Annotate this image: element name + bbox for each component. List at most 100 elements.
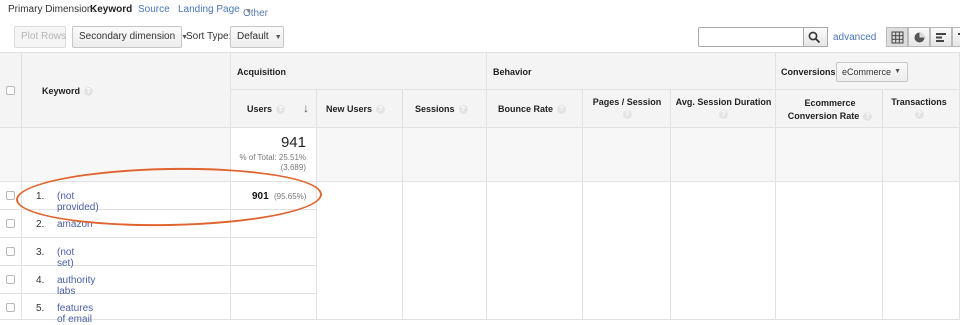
dimension-source-link[interactable]: Source (138, 4, 170, 15)
help-icon[interactable]: ? (458, 105, 468, 115)
empty-column (671, 182, 776, 320)
conversions-goal-dropdown[interactable]: eCommerce ▼ (836, 62, 908, 82)
col-sessions-label: Sessions (415, 104, 455, 114)
empty-column (776, 182, 883, 320)
table-view-icon (891, 31, 904, 44)
row-check-cell (0, 210, 22, 238)
conversions-group-header: Conversions eCommerce ▼ (776, 52, 960, 90)
keyword-cell (22, 294, 231, 320)
col-new-users-label: New Users (326, 104, 373, 114)
col-avg-session-duration-label: Avg. Session Duration (675, 97, 772, 107)
select-all-cell (0, 52, 22, 128)
col-sessions-header[interactable]: Sessions? (403, 90, 487, 128)
secondary-dimension-label: Secondary dimension (79, 31, 176, 42)
col-new-users-header[interactable]: New Users? (317, 90, 403, 128)
totals-cell (403, 128, 487, 182)
empty-column (583, 182, 671, 320)
keyword-header-cell[interactable]: Keyword? (22, 52, 231, 128)
total-users-value: 941 (280, 134, 306, 151)
totals-cell (487, 128, 583, 182)
behavior-label: Behavior (493, 67, 532, 77)
row-number: 5. (36, 303, 45, 314)
help-icon[interactable]: ? (719, 110, 728, 119)
col-users-label: Users (247, 104, 273, 114)
select-all-checkbox[interactable] (6, 86, 15, 95)
pie-view-icon (914, 32, 925, 43)
secondary-dimension-dropdown[interactable]: Secondary dimension ▼ (72, 26, 188, 48)
table-search-input[interactable] (698, 27, 804, 47)
total-users-percent: % of Total: 25.51% (239, 153, 306, 162)
col-pages-session-label: Pages / Session (592, 97, 662, 107)
keyword-cell (22, 266, 231, 294)
help-icon[interactable]: ? (84, 87, 94, 97)
totals-check-cell (0, 128, 22, 182)
empty-column (487, 182, 583, 320)
totals-cell (883, 128, 960, 182)
row-check-cell (0, 266, 22, 294)
primary-dimension-label: Primary Dimension: (8, 4, 96, 15)
totals-cell (583, 128, 671, 182)
row-checkbox[interactable] (6, 275, 15, 284)
conversions-goal-value: eCommerce (842, 67, 892, 77)
col-ecommerce-conversion-rate-label: Ecommerce Conversion Rate (787, 98, 860, 121)
col-bounce-rate-label: Bounce Rate (498, 104, 554, 114)
users-cell (231, 266, 317, 294)
help-icon[interactable]: ? (914, 110, 924, 119)
row-number: 4. (36, 275, 45, 286)
totals-cell (317, 128, 403, 182)
help-icon[interactable]: ? (557, 105, 567, 115)
chevron-down-icon: ▼ (274, 34, 282, 41)
row-check-cell (0, 238, 22, 266)
dimension-keyword-active: Keyword (90, 4, 133, 15)
col-transactions-header[interactable]: Transactions? (883, 90, 960, 128)
row-checkbox[interactable] (6, 247, 15, 256)
behavior-group-header: Behavior (487, 52, 776, 90)
empty-column (403, 182, 487, 320)
sort-type-value: Default (237, 31, 269, 42)
plot-rows-button[interactable]: Plot Rows (14, 26, 66, 48)
conversions-label: Conversions (781, 67, 836, 77)
sort-type-label: Sort Type: (186, 31, 232, 42)
primary-dimension-bar: Primary Dimension: Keyword Source Landin… (0, 0, 960, 20)
col-pages-session-header[interactable]: Pages / Session? (583, 90, 671, 128)
sort-type-dropdown[interactable]: Default ▼ (230, 26, 284, 48)
help-icon[interactable]: ? (863, 112, 873, 122)
col-ecommerce-conversion-rate-header[interactable]: Ecommerce Conversion Rate? (776, 90, 883, 128)
search-button[interactable] (804, 27, 828, 47)
search-icon (808, 31, 821, 44)
comparison-view-button[interactable] (952, 27, 960, 47)
users-cell (231, 294, 317, 320)
col-users-header[interactable]: Users? ↓ (231, 90, 317, 128)
table-view-button[interactable] (886, 27, 908, 47)
help-icon[interactable]: ? (376, 105, 386, 115)
empty-column (883, 182, 960, 320)
users-cell (231, 238, 317, 266)
row-checkbox[interactable] (6, 303, 15, 312)
row-number: 2. (36, 219, 45, 230)
col-bounce-rate-header[interactable]: Bounce Rate? (487, 90, 583, 128)
row-checkbox[interactable] (6, 219, 15, 228)
keyword-cell (22, 238, 231, 266)
acquisition-label: Acquisition (237, 67, 286, 77)
pie-view-button[interactable] (908, 27, 930, 47)
advanced-filter-link[interactable]: advanced (833, 32, 876, 43)
report-toolbar: Plot Rows Secondary dimension ▼ Sort Type… (0, 24, 960, 50)
row-number: 3. (36, 247, 45, 258)
dimension-landing-page-link[interactable]: Landing Page (178, 4, 240, 15)
col-transactions-label: Transactions (891, 97, 947, 107)
keyword-link[interactable]: features of email (57, 303, 93, 325)
row-checkbox[interactable] (6, 191, 15, 200)
col-avg-session-duration-header[interactable]: Avg. Session Duration? (671, 90, 776, 128)
performance-view-icon (936, 33, 946, 42)
row-check-cell (0, 294, 22, 320)
performance-view-button[interactable] (930, 27, 952, 47)
total-users-grand-total: (3,689) (280, 163, 306, 172)
keyword-header: Keyword (42, 86, 81, 96)
acquisition-group-header: Acquisition (231, 52, 487, 90)
help-icon[interactable]: ? (276, 105, 286, 115)
sort-descending-icon: ↓ (303, 101, 309, 115)
totals-cell (776, 128, 883, 182)
chevron-down-icon: ▼ (894, 68, 901, 75)
help-icon[interactable]: ? (622, 110, 632, 119)
totals-cell (671, 128, 776, 182)
